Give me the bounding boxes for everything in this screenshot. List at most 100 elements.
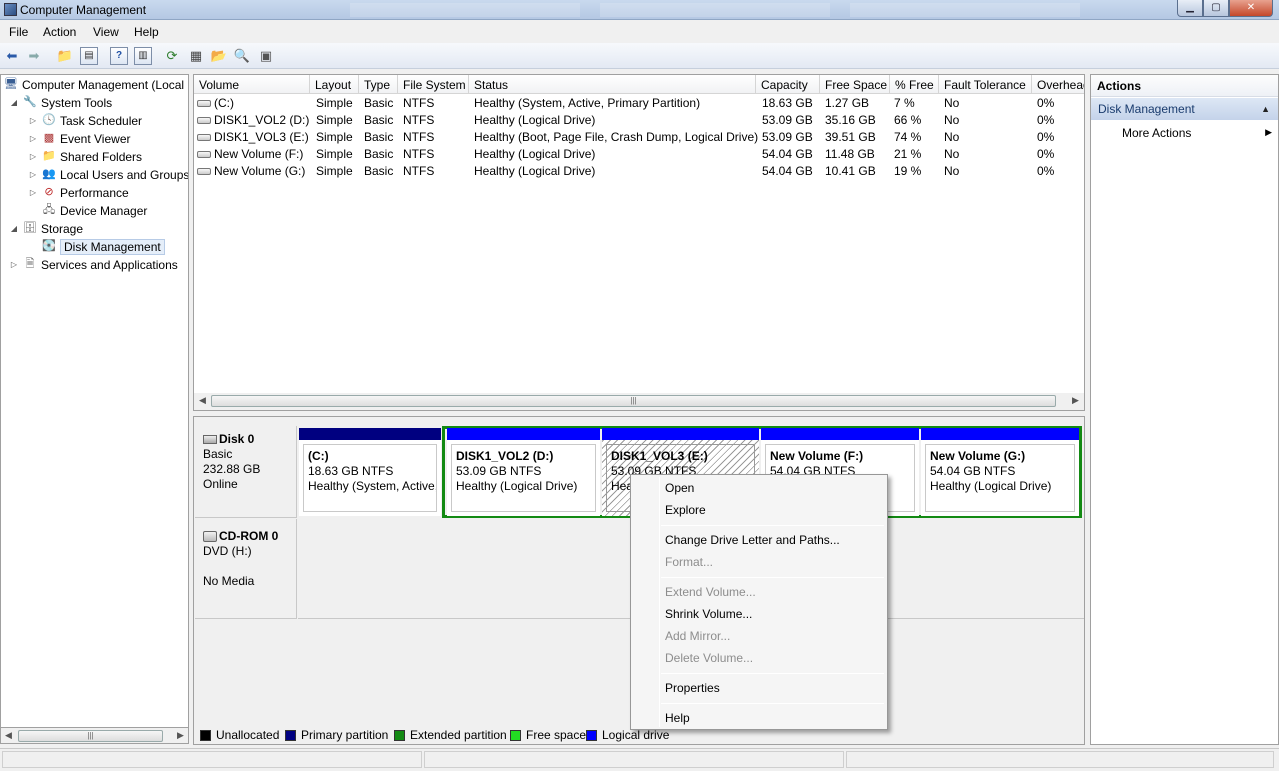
scroll-thumb[interactable]: ||| xyxy=(211,395,1056,407)
up-folder-icon[interactable]: 📁 xyxy=(56,47,74,65)
open-folder-icon[interactable]: 📂 xyxy=(210,47,228,65)
table-cell: 66 % xyxy=(894,113,922,127)
status-segment xyxy=(846,751,1274,768)
show-hide-action-pane-icon[interactable]: ▥ xyxy=(134,47,152,65)
actions-section-disk-management[interactable]: Disk Management ▲ xyxy=(1091,98,1278,120)
scroll-thumb[interactable]: ||| xyxy=(18,730,163,742)
menu-item-open[interactable]: Open xyxy=(665,481,694,495)
tree-node-storage[interactable]: ◢ 🗄 Storage xyxy=(9,220,83,237)
table-row[interactable]: (C:) Simple Basic NTFS Healthy (System, Acti… xyxy=(194,95,1084,112)
settings-icon[interactable]: ▣ xyxy=(257,47,275,65)
tree-node-services[interactable]: ▷ 🗎 Services and Applications xyxy=(9,256,178,273)
window-controls: ▁ ▢ ✕ xyxy=(1177,0,1273,17)
expand-icon[interactable]: ▷ xyxy=(28,152,38,161)
collapse-icon[interactable]: ◢ xyxy=(9,224,19,233)
table-row[interactable]: New Volume (F:) Simple Basic NTFS Healthy (L… xyxy=(194,146,1084,163)
scroll-right-icon[interactable]: ▶ xyxy=(1072,395,1079,406)
tree-horizontal-scrollbar[interactable]: ◀ ||| ▶ xyxy=(0,727,189,744)
collapse-icon[interactable]: ◢ xyxy=(9,98,19,107)
expand-icon[interactable]: ▷ xyxy=(28,188,38,197)
partition-d[interactable]: DISK1_VOL2 (D:) 53.09 GB NTFS Healthy (L… xyxy=(447,428,600,516)
partition-c[interactable]: (C:) 18.63 GB NTFS Healthy (System, Acti… xyxy=(299,428,441,516)
search-icon[interactable]: 🔍 xyxy=(233,47,251,65)
help-icon[interactable]: ? xyxy=(110,47,128,65)
table-row[interactable]: New Volume (G:) Simple Basic NTFS Healthy (L… xyxy=(194,163,1084,180)
taskbar-ghost xyxy=(850,3,1080,17)
menu-item-help[interactable]: Help xyxy=(665,711,690,725)
col-fault-tolerance[interactable]: Fault Tolerance xyxy=(939,75,1032,94)
col-capacity[interactable]: Capacity xyxy=(756,75,820,94)
maximize-button[interactable]: ▢ xyxy=(1203,0,1229,17)
menu-item-format[interactable]: Format... xyxy=(665,555,713,569)
back-arrow-icon[interactable]: ⬅ xyxy=(3,47,21,65)
partition-bar xyxy=(602,428,759,440)
menu-file[interactable]: File xyxy=(9,25,28,39)
col-status[interactable]: Status xyxy=(469,75,756,94)
menu-item-delete-volume[interactable]: Delete Volume... xyxy=(665,651,753,665)
tree-node-device-manager[interactable]: 🖧 Device Manager xyxy=(41,202,148,219)
show-hide-tree-icon[interactable]: ▤ xyxy=(80,47,98,65)
table-cell: DISK1_VOL3 (E:) xyxy=(197,130,309,144)
tree-node-shared-folders[interactable]: ▷ 📁 Shared Folders xyxy=(28,148,142,165)
close-button[interactable]: ✕ xyxy=(1229,0,1273,17)
table-cell: 39.51 GB xyxy=(825,130,876,144)
table-cell: 0% xyxy=(1037,164,1055,178)
tree-node-disk-management[interactable]: 💽 Disk Management xyxy=(41,238,165,255)
table-row[interactable]: DISK1_VOL2 (D:) Simple Basic NTFS Healthy (L… xyxy=(194,112,1084,129)
scroll-left-icon[interactable]: ◀ xyxy=(5,730,12,741)
disk0-label[interactable]: Disk 0 Basic 232.88 GB Online xyxy=(195,426,297,518)
expand-icon[interactable]: ▷ xyxy=(28,170,38,179)
scroll-left-icon[interactable]: ◀ xyxy=(199,395,206,406)
partition-bar xyxy=(447,428,600,440)
menu-help[interactable]: Help xyxy=(134,25,159,39)
menu-action[interactable]: Action xyxy=(43,25,76,39)
partition-bar xyxy=(299,428,441,440)
volume-list-horizontal-scrollbar[interactable]: ◀ ||| ▶ xyxy=(194,393,1084,410)
expand-icon[interactable]: ▷ xyxy=(9,260,19,269)
menu-item-explore[interactable]: Explore xyxy=(665,503,706,517)
toolbar: ⬅ ➡ 📁 ▤ ? ▥ ⟳ ▦ 📂 🔍 ▣ xyxy=(0,43,1279,69)
tree-node-local-users[interactable]: ▷ 👥 Local Users and Groups xyxy=(28,166,188,183)
refresh-icon[interactable]: ⟳ xyxy=(163,47,181,65)
collapse-triangle-icon[interactable]: ▲ xyxy=(1261,104,1270,114)
tree-node-root[interactable]: 🖥 Computer Management (Local xyxy=(3,76,184,93)
menu-item-add-mirror[interactable]: Add Mirror... xyxy=(665,629,730,643)
cdrom0-label[interactable]: CD-ROM 0 DVD (H:) No Media xyxy=(195,519,297,619)
menu-item-properties[interactable]: Properties xyxy=(665,681,720,695)
table-cell: Healthy (Boot, Page File, Crash Dump, Lo… xyxy=(474,130,759,144)
col-percent-free[interactable]: % Free xyxy=(890,75,939,94)
table-cell: Basic xyxy=(364,96,394,110)
col-free-space[interactable]: Free Space xyxy=(820,75,890,94)
minimize-button[interactable]: ▁ xyxy=(1177,0,1203,17)
partition-g[interactable]: New Volume (G:) 54.04 GB NTFS Healthy (L… xyxy=(921,428,1079,516)
tree-node-event-viewer[interactable]: ▷ ▩ Event Viewer xyxy=(28,130,131,147)
performance-icon: ⊘ xyxy=(44,186,54,198)
table-cell: New Volume (F:) xyxy=(197,147,309,161)
col-layout[interactable]: Layout xyxy=(310,75,359,94)
taskbar-ghost xyxy=(600,3,830,17)
menu-item-shrink-volume[interactable]: Shrink Volume... xyxy=(665,607,752,621)
legend-logical: Logical drive xyxy=(586,728,669,742)
properties-icon[interactable]: ▦ xyxy=(187,47,205,65)
col-volume[interactable]: Volume xyxy=(194,75,310,94)
menu-item-extend-volume[interactable]: Extend Volume... xyxy=(665,585,756,599)
tree-node-system-tools[interactable]: ◢ 🔧 System Tools xyxy=(9,94,112,111)
menu-separator xyxy=(661,577,884,578)
expand-icon[interactable]: ▷ xyxy=(28,116,38,125)
tree-node-task-scheduler[interactable]: ▷ 🕓 Task Scheduler xyxy=(28,112,142,129)
scroll-right-icon[interactable]: ▶ xyxy=(177,730,184,741)
col-type[interactable]: Type xyxy=(359,75,398,94)
more-actions-item[interactable]: More Actions ▶ xyxy=(1122,126,1272,140)
legend-free-space: Free space xyxy=(510,728,586,742)
col-overhead[interactable]: Overhead xyxy=(1032,75,1084,94)
table-cell: Basic xyxy=(364,164,394,178)
col-file-system[interactable]: File System xyxy=(398,75,469,94)
context-menu: Open Explore Change Drive Letter and Pat… xyxy=(630,474,888,730)
table-row[interactable]: DISK1_VOL3 (E:) Simple Basic NTFS Healthy (B… xyxy=(194,129,1084,146)
table-cell: 35.16 GB xyxy=(825,113,876,127)
menu-view[interactable]: View xyxy=(93,25,119,39)
expand-icon[interactable]: ▷ xyxy=(28,134,38,143)
menu-item-change-drive-letter[interactable]: Change Drive Letter and Paths... xyxy=(665,533,840,547)
forward-arrow-icon[interactable]: ➡ xyxy=(25,47,43,65)
tree-node-performance[interactable]: ▷ ⊘ Performance xyxy=(28,184,129,201)
